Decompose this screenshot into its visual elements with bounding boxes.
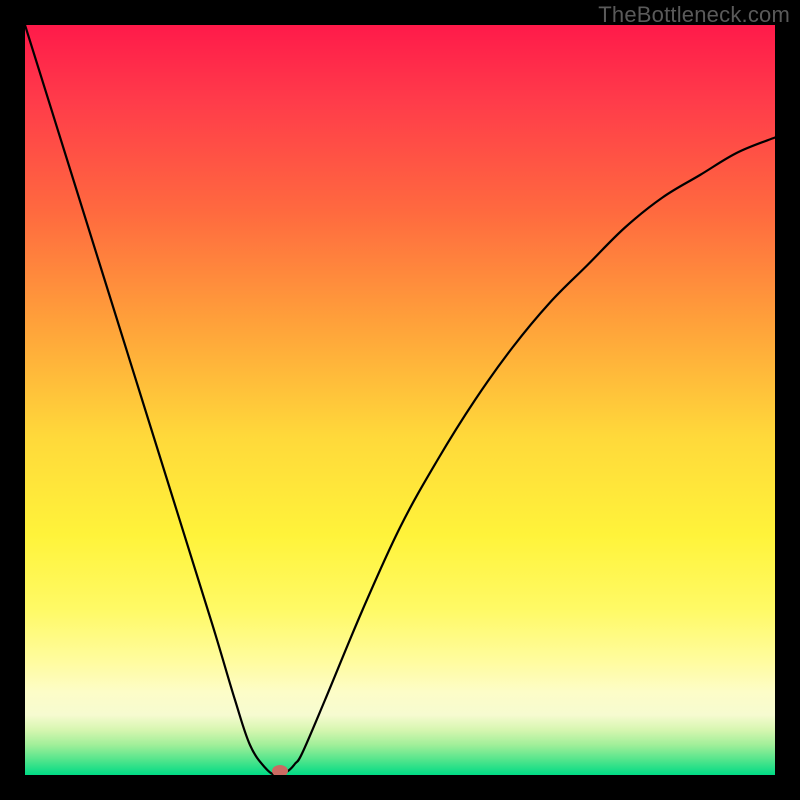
plot-area [25, 25, 775, 775]
bottleneck-curve-path [25, 25, 775, 775]
curve-svg [25, 25, 775, 775]
chart-frame: TheBottleneck.com [0, 0, 800, 800]
optimum-marker [272, 765, 288, 775]
